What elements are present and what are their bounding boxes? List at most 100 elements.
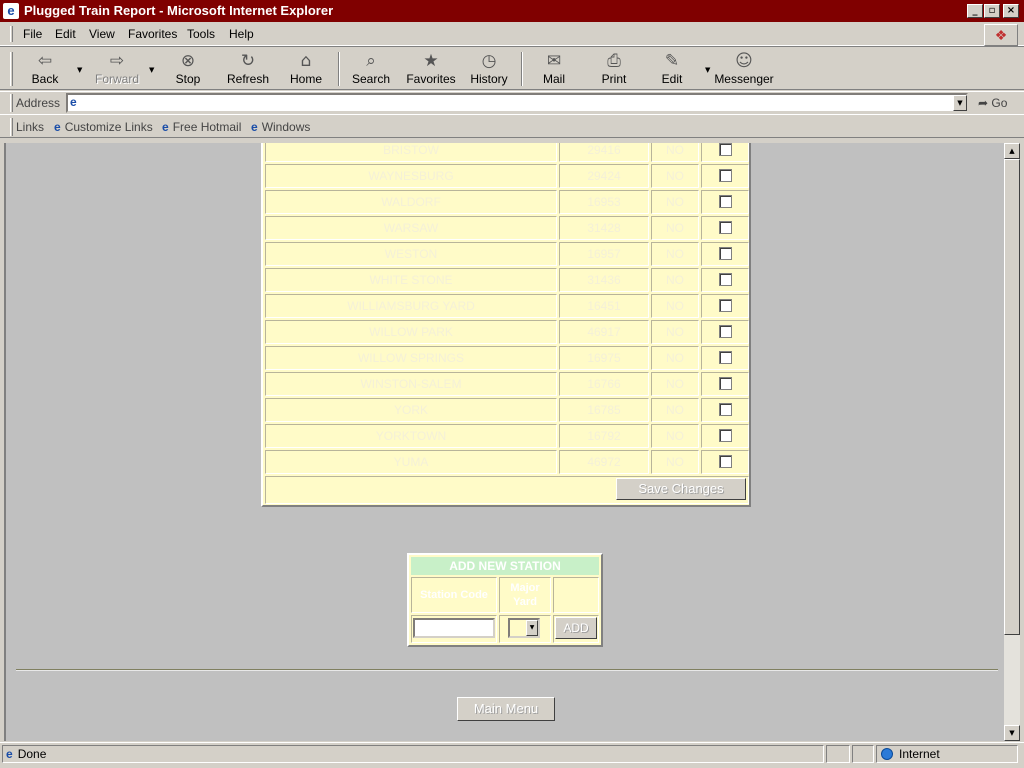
station-name: YUMA [265, 450, 557, 474]
delete-checkbox[interactable] [719, 273, 732, 286]
go-label: Go [991, 96, 1008, 110]
history-label: History [470, 72, 508, 86]
delete-checkbox[interactable] [719, 429, 732, 442]
station-row: WAYNESBURG 29424 NO [263, 163, 749, 189]
station-major-yard: NO [651, 372, 699, 396]
station-delete-cell [701, 424, 749, 448]
link-customize-links[interactable]: e Customize Links [54, 120, 153, 134]
go-arrow-icon: ➦ [978, 96, 989, 110]
history-button[interactable]: ◷ History [466, 50, 512, 88]
print-button[interactable]: ⎙ Print [592, 50, 636, 88]
refresh-button[interactable]: ↻ Refresh [222, 50, 274, 88]
station-major-yard: NO [651, 320, 699, 344]
menu-help[interactable]: Help [229, 27, 254, 41]
main-menu-button[interactable]: Main Menu [457, 697, 555, 721]
status-text: Done [17, 747, 47, 761]
close-button[interactable]: × [1003, 4, 1019, 18]
menu-bar: File Edit View Favorites Tools Help [0, 22, 1024, 46]
minimize-button[interactable]: _ [967, 4, 983, 18]
favorites-button[interactable]: ★ Favorites [403, 50, 459, 88]
search-button[interactable]: ⌕ Search [348, 50, 394, 88]
delete-checkbox[interactable] [719, 377, 732, 390]
forward-label: Forward [94, 72, 139, 86]
delete-checkbox[interactable] [719, 325, 732, 338]
delete-checkbox[interactable] [719, 351, 732, 364]
messenger-button[interactable]: ☺ Messenger [714, 50, 774, 88]
delete-checkbox[interactable] [719, 169, 732, 182]
station-code: 16975 [559, 346, 649, 370]
back-button[interactable]: ⇦ Back [22, 50, 68, 88]
station-major-yard: NO [651, 190, 699, 214]
vertical-scrollbar[interactable]: ▲ ▼ [1004, 143, 1020, 741]
go-button[interactable]: ➦ Go [978, 96, 1007, 110]
station-row: WARSAW 31428 NO [263, 215, 749, 241]
menu-edit[interactable]: Edit [55, 27, 76, 41]
back-arrow-icon: ⇦ [37, 51, 53, 71]
station-code: 31428 [559, 216, 649, 240]
internet-globe-icon [881, 748, 893, 760]
standard-toolbar: ⇦ Back ▼ ⇨ Forward ▼ ⊗ Stop ↻ Refresh ⌂ … [0, 48, 1024, 90]
save-changes-button[interactable]: Save Changes [616, 478, 746, 500]
scroll-down-icon[interactable]: ▼ [1004, 725, 1020, 741]
link-label: Free Hotmail [172, 120, 242, 134]
delete-checkbox[interactable] [719, 221, 732, 234]
stop-button[interactable]: ⊗ Stop [168, 50, 208, 88]
scroll-thumb[interactable] [1004, 159, 1020, 635]
menu-view[interactable]: View [89, 27, 115, 41]
link-free-hotmail[interactable]: e Free Hotmail [162, 120, 241, 134]
station-major-yard: NO [651, 424, 699, 448]
station-delete-cell [701, 294, 749, 318]
major-yard-header: Major Yard [499, 577, 551, 613]
station-row: WESTON 16957 NO [263, 241, 749, 267]
mail-button[interactable]: ✉ Mail [532, 50, 576, 88]
print-label: Print [601, 72, 627, 86]
menu-tools[interactable]: Tools [187, 27, 215, 41]
links-label: Links [16, 120, 45, 134]
station-delete-cell [701, 143, 749, 162]
station-code: 16785 [559, 398, 649, 422]
menu-favorites[interactable]: Favorites [128, 27, 177, 41]
delete-checkbox[interactable] [719, 195, 732, 208]
windows-flag-icon: ❖ [984, 24, 1018, 46]
station-code-input[interactable] [413, 618, 495, 638]
edit-button[interactable]: ✎ Edit [651, 50, 693, 88]
back-dropdown-icon[interactable]: ▼ [77, 66, 82, 74]
link-windows[interactable]: e Windows [251, 120, 310, 134]
zone-pane: Internet [876, 745, 1018, 763]
scroll-up-icon[interactable]: ▲ [1004, 143, 1020, 159]
horizontal-rule [16, 669, 998, 671]
address-input[interactable]: e [66, 93, 968, 113]
station-name: WARSAW [265, 216, 557, 240]
forward-dropdown-icon[interactable]: ▼ [149, 66, 154, 74]
station-major-yard: NO [651, 346, 699, 370]
forward-button[interactable]: ⇨ Forward [90, 50, 144, 88]
station-delete-cell [701, 450, 749, 474]
links-grip [10, 118, 13, 136]
page-ie-icon: e [70, 95, 77, 109]
maximize-button[interactable]: ▫ [984, 4, 1000, 18]
station-code: 29416 [559, 143, 649, 162]
station-name: BRISTOW [265, 143, 557, 162]
toolbar-separator [521, 52, 523, 86]
station-code: 16792 [559, 424, 649, 448]
edit-dropdown-icon[interactable]: ▼ [705, 66, 710, 74]
add-station-button[interactable]: ADD [555, 617, 597, 639]
delete-checkbox[interactable] [719, 247, 732, 260]
station-name: WHITE STONE [265, 268, 557, 292]
station-major-yard: NO [651, 164, 699, 188]
menu-file[interactable]: File [23, 27, 42, 41]
station-delete-cell [701, 190, 749, 214]
delete-checkbox[interactable] [719, 143, 732, 156]
delete-checkbox[interactable] [719, 403, 732, 416]
chevron-down-icon: ▼ [526, 620, 538, 636]
station-delete-cell [701, 320, 749, 344]
home-button[interactable]: ⌂ Home [286, 50, 326, 88]
address-dropdown-icon[interactable]: ▼ [953, 95, 967, 111]
status-bar: e Done Internet [0, 742, 1024, 768]
delete-checkbox[interactable] [719, 299, 732, 312]
station-name: WILLOW SPRINGS [265, 346, 557, 370]
station-row: WILLOW PARK 46917 NO [263, 319, 749, 345]
major-yard-select[interactable]: ▼ [508, 618, 540, 638]
delete-checkbox[interactable] [719, 455, 732, 468]
forward-arrow-icon: ⇨ [109, 51, 125, 71]
